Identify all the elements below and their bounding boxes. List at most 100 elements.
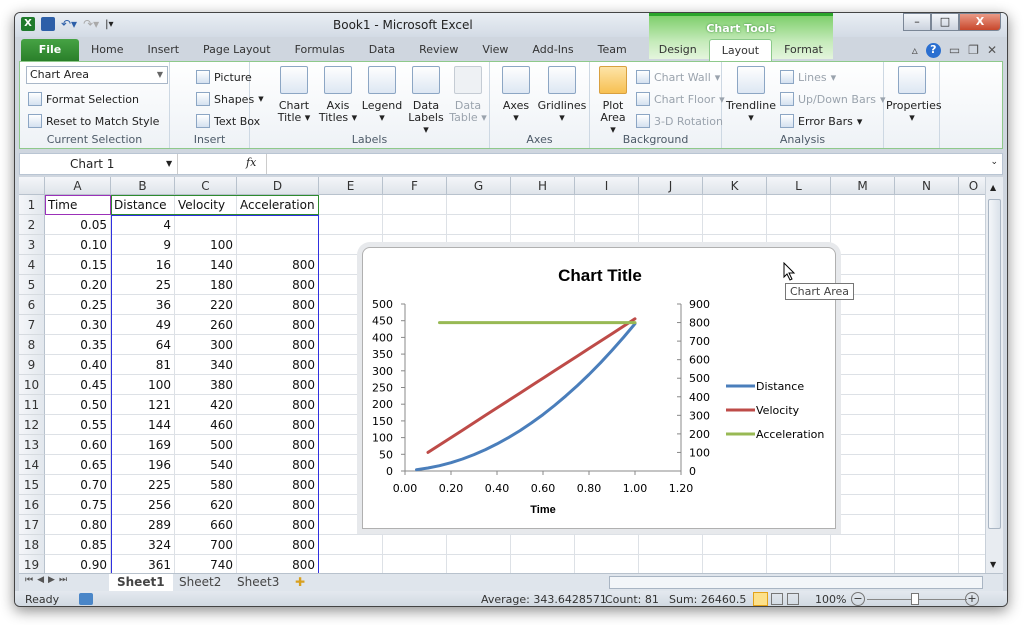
cell[interactable] [237,235,319,255]
tab-design[interactable]: Design [647,39,709,61]
zoom-in-icon[interactable]: + [965,592,979,606]
cell[interactable] [959,335,985,355]
cell[interactable]: 0.80 [45,515,111,535]
cell[interactable] [895,415,959,435]
column-header[interactable]: E [319,177,383,195]
tab-data[interactable]: Data [357,39,407,61]
chart-title-button[interactable]: Chart Title ▾ [274,66,314,124]
cell[interactable]: 0.15 [45,255,111,275]
row-header[interactable]: 8 [19,335,45,355]
name-box[interactable]: Chart 1 ▼ [20,154,178,174]
zoom-out-icon[interactable]: − [851,592,865,606]
sheet-tab-sheet1[interactable]: Sheet1 [109,574,173,591]
cell[interactable] [959,495,985,515]
cell[interactable] [959,315,985,335]
cell[interactable]: 0.70 [45,475,111,495]
undo-icon[interactable]: ↶▾ [61,17,77,31]
cell[interactable]: 220 [175,295,237,315]
cell[interactable]: 100 [111,375,175,395]
page-break-view-icon[interactable] [787,593,799,605]
cell[interactable] [511,215,575,235]
cell[interactable]: 180 [175,275,237,295]
row-header[interactable]: 5 [19,275,45,295]
cell[interactable] [895,295,959,315]
cell[interactable] [831,215,895,235]
cell[interactable] [959,295,985,315]
tab-page-layout[interactable]: Page Layout [191,39,283,61]
cell[interactable]: 289 [111,515,175,535]
doc-close-icon[interactable]: ✕ [987,43,997,58]
cell[interactable] [959,195,985,215]
row-header[interactable]: 3 [19,235,45,255]
error-bars-button[interactable]: Error Bars ▾ [780,114,862,128]
cell[interactable]: 0.60 [45,435,111,455]
select-all-corner[interactable] [19,177,45,195]
cell[interactable]: Time [45,195,111,215]
cell[interactable]: 800 [237,295,319,315]
cell[interactable] [447,555,511,573]
cell[interactable]: 9 [111,235,175,255]
tab-add-ins[interactable]: Add-Ins [520,39,585,61]
cell[interactable] [895,235,959,255]
cell[interactable] [767,215,831,235]
row-header[interactable]: 2 [19,215,45,235]
cell[interactable] [639,215,703,235]
cell[interactable]: Velocity [175,195,237,215]
row-header[interactable]: 6 [19,295,45,315]
tab-layout[interactable]: Layout [708,39,773,61]
scroll-up-icon[interactable]: ▲ [990,183,996,192]
cell[interactable] [959,555,985,573]
macro-record-icon[interactable] [79,593,93,605]
formula-input[interactable] [266,154,984,174]
cell[interactable]: 0.45 [45,375,111,395]
cell[interactable] [895,435,959,455]
customize-qat-icon[interactable]: |▾ [105,19,113,30]
horizontal-scrollbar[interactable] [609,576,983,589]
help-icon[interactable]: ? [925,43,941,58]
cell[interactable] [383,535,447,555]
tab-format[interactable]: Format [772,39,835,61]
vertical-scroll-thumb[interactable] [988,199,1001,529]
cell[interactable] [575,195,639,215]
cell[interactable] [575,555,639,573]
cell[interactable]: 0.55 [45,415,111,435]
cell[interactable]: Acceleration [237,195,319,215]
cell[interactable] [831,415,895,435]
cell[interactable] [895,315,959,335]
cell[interactable] [319,555,383,573]
cell[interactable]: 81 [111,355,175,375]
cell[interactable]: 0.85 [45,535,111,555]
row-header[interactable]: 17 [19,515,45,535]
cell[interactable] [767,555,831,573]
cell[interactable]: 25 [111,275,175,295]
cell[interactable] [959,515,985,535]
cell[interactable]: 16 [111,255,175,275]
cell[interactable]: 64 [111,335,175,355]
column-header[interactable]: A [45,177,111,195]
row-header[interactable]: 4 [19,255,45,275]
cell[interactable] [575,535,639,555]
cell[interactable] [767,535,831,555]
axes-button[interactable]: Axes ▾ [498,66,534,124]
plot-area-button[interactable]: Plot Area ▾ [596,66,630,136]
cell[interactable] [831,555,895,573]
column-header[interactable]: N [895,177,959,195]
tab-team[interactable]: Team [586,39,639,61]
cell[interactable]: 0.30 [45,315,111,335]
cell[interactable] [831,335,895,355]
cell[interactable]: 800 [237,495,319,515]
cell[interactable] [175,215,237,235]
cell[interactable] [703,535,767,555]
cell[interactable]: 140 [175,255,237,275]
format-selection-button[interactable]: Format Selection [28,92,139,106]
row-header[interactable]: 16 [19,495,45,515]
cell[interactable]: 800 [237,415,319,435]
tab-home[interactable]: Home [79,39,135,61]
cell[interactable]: 740 [175,555,237,573]
chart-wall-button[interactable]: Chart Wall ▾ [636,70,720,84]
cell[interactable]: 800 [237,455,319,475]
cell[interactable] [895,475,959,495]
cell[interactable] [895,515,959,535]
cell[interactable] [831,235,895,255]
expand-formula-bar-icon[interactable]: ⌄ [990,157,998,167]
